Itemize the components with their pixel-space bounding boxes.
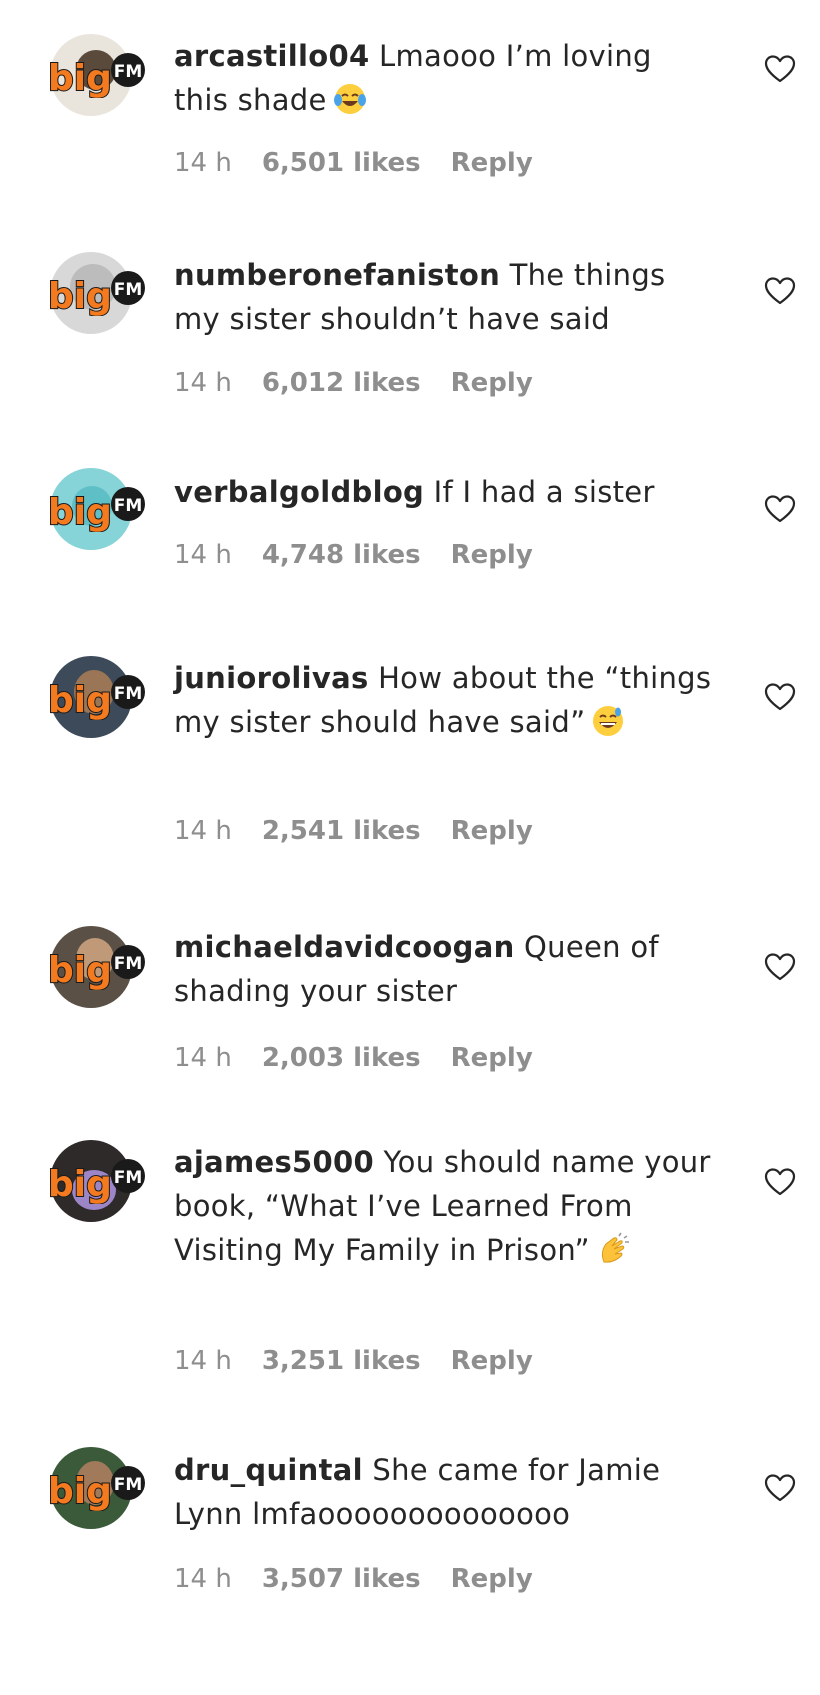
comment-text: verbalgoldblog If I had a sister — [174, 470, 714, 514]
avatar[interactable]: FM big — [47, 468, 145, 550]
comment-username[interactable]: juniorolivas — [174, 661, 369, 695]
comment-meta: 14 h 4,748 likes Reply — [174, 540, 563, 570]
comment-time[interactable]: 14 h — [174, 148, 232, 178]
comment-text: numberonefaniston The things my sister s… — [174, 253, 714, 341]
svg-text:FM: FM — [114, 684, 143, 704]
heart-icon[interactable] — [764, 1167, 796, 1197]
comment-likes[interactable]: 2,003 likes — [262, 1043, 421, 1073]
comment-username[interactable]: arcastillo04 — [174, 39, 369, 73]
comment-meta: 14 h 2,541 likes Reply — [174, 816, 563, 846]
comment-username[interactable]: verbalgoldblog — [174, 475, 424, 509]
heart-icon[interactable] — [764, 952, 796, 982]
reply-button[interactable]: Reply — [451, 540, 533, 570]
comment-username[interactable]: numberonefaniston — [174, 258, 500, 292]
comment-likes[interactable]: 4,748 likes — [262, 540, 421, 570]
avatar[interactable]: FM big — [47, 926, 145, 1008]
bigfm-logo-icon: FM big — [47, 1466, 145, 1511]
svg-text:big: big — [48, 1164, 112, 1204]
face-with-tears-of-joy-icon — [333, 84, 366, 114]
bigfm-logo-icon: FM big — [47, 945, 145, 990]
reply-button[interactable]: Reply — [451, 368, 533, 398]
comment-likes[interactable]: 3,251 likes — [262, 1346, 421, 1376]
comment-likes[interactable]: 2,541 likes — [262, 816, 421, 846]
comment-text: michaeldavidcoogan Queen of shading your… — [174, 925, 714, 1013]
heart-icon[interactable] — [764, 682, 796, 712]
comment-meta: 14 h 2,003 likes Reply — [174, 1043, 563, 1073]
comment-time[interactable]: 14 h — [174, 1564, 232, 1594]
reply-button[interactable]: Reply — [451, 1346, 533, 1376]
comment-meta: 14 h 6,501 likes Reply — [174, 148, 563, 178]
svg-text:big: big — [48, 276, 112, 316]
svg-text:big: big — [48, 58, 112, 98]
svg-text:FM: FM — [114, 280, 143, 300]
svg-text:big: big — [48, 492, 112, 532]
bigfm-logo-icon: FM big — [47, 1159, 145, 1204]
bigfm-logo-icon: FM big — [47, 271, 145, 316]
heart-icon[interactable] — [764, 276, 796, 306]
heart-icon[interactable] — [764, 494, 796, 524]
comment-meta: 14 h 6,012 likes Reply — [174, 368, 563, 398]
heart-icon[interactable] — [764, 54, 796, 84]
bigfm-logo-icon: FM big — [47, 487, 145, 532]
avatar[interactable]: FM big — [47, 656, 145, 738]
bigfm-logo-icon: FM big — [47, 675, 145, 720]
heart-icon[interactable] — [764, 1473, 796, 1503]
comment-username[interactable]: dru_quintal — [174, 1453, 363, 1487]
comment-likes[interactable]: 6,012 likes — [262, 368, 421, 398]
comment-time[interactable]: 14 h — [174, 1346, 232, 1376]
avatar[interactable]: FM big — [47, 1140, 145, 1222]
svg-text:FM: FM — [114, 1168, 143, 1188]
comment-time[interactable]: 14 h — [174, 816, 232, 846]
reply-button[interactable]: Reply — [451, 148, 533, 178]
reply-button[interactable]: Reply — [451, 1043, 533, 1073]
comment-text: juniorolivas How about the “things my si… — [174, 656, 714, 744]
comment-text: ajames5000 You should name your book, “W… — [174, 1140, 714, 1272]
comment-meta: 14 h 3,507 likes Reply — [174, 1564, 563, 1594]
comment-time[interactable]: 14 h — [174, 368, 232, 398]
clapping-hands-icon — [601, 1232, 629, 1263]
avatar[interactable]: FM big — [47, 34, 145, 116]
bigfm-logo-icon: FM big — [47, 53, 145, 98]
comment-time[interactable]: 14 h — [174, 1043, 232, 1073]
svg-text:big: big — [48, 950, 112, 990]
reply-button[interactable]: Reply — [451, 1564, 533, 1594]
comment-likes[interactable]: 3,507 likes — [262, 1564, 421, 1594]
svg-text:big: big — [48, 680, 112, 720]
grinning-face-with-sweat-icon — [593, 706, 624, 736]
avatar[interactable]: FM big — [47, 1447, 145, 1529]
comment-username[interactable]: ajames5000 — [174, 1145, 374, 1179]
svg-text:FM: FM — [114, 62, 143, 82]
comment-body: If I had a sister — [433, 475, 655, 509]
svg-text:big: big — [48, 1471, 112, 1511]
avatar[interactable]: FM big — [47, 252, 145, 334]
svg-text:FM: FM — [114, 1475, 143, 1495]
svg-text:FM: FM — [114, 954, 143, 974]
comment-username[interactable]: michaeldavidcoogan — [174, 930, 515, 964]
comment-likes[interactable]: 6,501 likes — [262, 148, 421, 178]
reply-button[interactable]: Reply — [451, 816, 533, 846]
comment-meta: 14 h 3,251 likes Reply — [174, 1346, 563, 1376]
svg-text:FM: FM — [114, 496, 143, 516]
comment-time[interactable]: 14 h — [174, 540, 232, 570]
comment-text: arcastillo04 Lmaooo I’m loving this shad… — [174, 34, 714, 122]
comment-text: dru_quintal She came for Jamie Lynn lmfa… — [174, 1448, 714, 1536]
